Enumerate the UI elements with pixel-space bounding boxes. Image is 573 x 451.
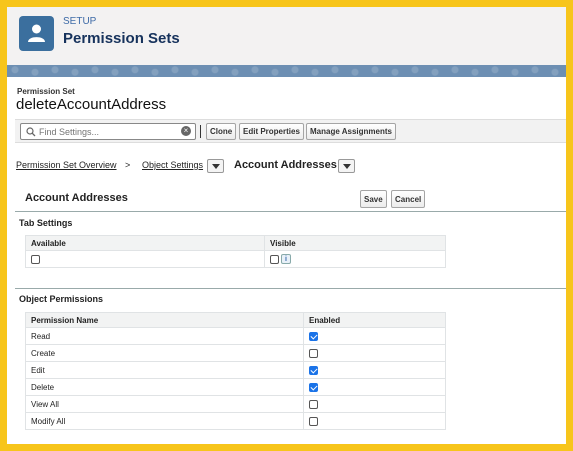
user-icon — [19, 16, 54, 51]
table-row: View All — [25, 395, 446, 413]
enabled-checkbox[interactable] — [309, 399, 318, 409]
object-permissions-table: Permission Name Enabled Read Create Edit De… — [25, 312, 446, 430]
enabled-checkbox[interactable] — [309, 348, 318, 358]
enabled-checkbox[interactable] — [309, 416, 318, 426]
enabled-checkbox[interactable] — [309, 382, 318, 392]
toolbar-separator — [200, 125, 201, 138]
permission-set-label: Permission Set — [17, 87, 75, 96]
enabled-cell — [303, 327, 446, 345]
clone-button[interactable]: Clone — [206, 123, 237, 140]
column-header-permission-name: Permission Name — [25, 312, 304, 328]
column-header-visible: Visible — [264, 235, 446, 251]
edit-properties-button[interactable]: Edit Properties — [239, 123, 304, 140]
permission-name: Modify All — [25, 412, 304, 430]
info-icon[interactable]: i — [281, 254, 291, 264]
breadcrumb-object-settings-link[interactable]: Object Settings — [142, 160, 203, 170]
permission-rows: Read Create Edit Delete View All Modify All — [25, 327, 446, 430]
breadcrumb-separator: > — [125, 160, 131, 170]
object-settings-dropdown-icon[interactable] — [207, 159, 224, 173]
toolbar: × Clone Edit Properties Manage Assignmen… — [15, 119, 566, 143]
search-field[interactable]: × — [20, 123, 196, 140]
table-row: Edit — [25, 361, 446, 379]
permission-name: Create — [25, 344, 304, 362]
tab-settings-table: Available Visible i — [25, 235, 446, 268]
breadcrumb-overview-link[interactable]: Permission Set Overview — [16, 160, 117, 170]
enabled-cell — [303, 395, 446, 413]
enabled-cell — [303, 361, 446, 379]
enabled-cell — [303, 412, 446, 430]
setup-header: SETUP Permission Sets — [7, 7, 566, 65]
current-object-dropdown-icon[interactable] — [338, 159, 355, 173]
search-icon — [26, 127, 36, 137]
divider — [15, 211, 566, 212]
visible-checkbox[interactable] — [270, 254, 279, 264]
enabled-checkbox[interactable] — [309, 331, 318, 341]
permission-set-name: deleteAccountAddress — [16, 96, 167, 113]
table-row: Modify All — [25, 412, 446, 430]
table-row: Create — [25, 344, 446, 362]
save-button[interactable]: Save — [360, 190, 387, 208]
divider — [15, 288, 566, 289]
edit-panel-title: Account Addresses — [25, 192, 128, 204]
column-header-available: Available — [25, 235, 265, 251]
object-permissions-heading: Object Permissions — [19, 294, 104, 304]
enabled-checkbox[interactable] — [309, 365, 318, 375]
table-row: Read — [25, 327, 446, 345]
clear-search-icon[interactable]: × — [181, 126, 191, 136]
enabled-cell — [303, 378, 446, 396]
decorative-banner — [7, 65, 566, 77]
enabled-cell — [303, 344, 446, 362]
permission-name: Delete — [25, 378, 304, 396]
tab-settings-heading: Tab Settings — [19, 218, 73, 228]
permission-name: Edit — [25, 361, 304, 379]
page-title: Permission Sets — [63, 30, 180, 47]
manage-assignments-button[interactable]: Manage Assignments — [306, 123, 396, 140]
column-header-enabled: Enabled — [303, 312, 446, 328]
permission-name: View All — [25, 395, 304, 413]
cancel-button[interactable]: Cancel — [391, 190, 426, 208]
available-checkbox[interactable] — [31, 254, 40, 264]
permission-name: Read — [25, 327, 304, 345]
table-row: Delete — [25, 378, 446, 396]
page-frame: SETUP Permission Sets Permission Set del… — [7, 7, 566, 444]
search-input[interactable] — [39, 125, 179, 138]
breadcrumb-current: Account Addresses — [234, 159, 337, 171]
setup-label: SETUP — [63, 16, 97, 27]
